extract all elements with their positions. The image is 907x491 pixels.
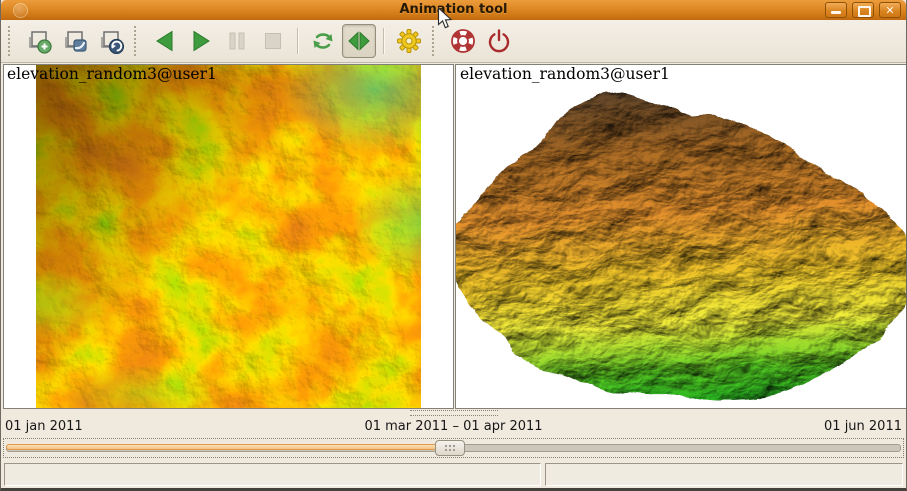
close-icon: ✕	[880, 3, 900, 17]
map-name-label-2d: elevation_random3@user1	[7, 65, 217, 83]
add-animation-layers-button[interactable]	[58, 24, 92, 58]
time-slider[interactable]	[3, 438, 904, 458]
toolbar-separator	[297, 28, 299, 54]
maximize-icon	[858, 6, 871, 17]
add-animation-icon	[26, 28, 52, 54]
window-title: Animation tool	[1, 0, 906, 20]
statusbar	[1, 460, 906, 488]
quit-power-icon	[486, 28, 512, 54]
map-name-label-3d: elevation_random3@user1	[460, 65, 670, 83]
pause-icon	[224, 28, 250, 54]
help-button[interactable]	[446, 24, 480, 58]
pause-button[interactable]	[220, 24, 254, 58]
stop-icon	[260, 28, 286, 54]
play-forward-icon	[188, 28, 214, 54]
timeline: 01 jan 2011 01 mar 2011 – 01 apr 2011 01…	[5, 419, 902, 435]
animation-tool-window: Animation tool ✕	[0, 0, 907, 491]
toolbar	[1, 20, 906, 63]
status-field-right	[545, 463, 903, 486]
toolbar-separator	[383, 28, 385, 54]
repeat-loop-button[interactable]	[306, 24, 340, 58]
settings-gear-icon	[396, 28, 422, 54]
panel-splitter-grip[interactable]	[410, 410, 498, 416]
slider-track[interactable]	[6, 444, 901, 452]
play-backward-button[interactable]	[148, 24, 182, 58]
timeline-start-label: 01 jan 2011	[5, 419, 83, 434]
add-animation-layers-icon	[62, 28, 88, 54]
help-lifering-icon	[449, 27, 477, 55]
timeline-end-label: 01 jun 2011	[824, 419, 902, 434]
elevation-map-2d	[36, 65, 421, 408]
close-button[interactable]: ✕	[879, 2, 901, 18]
animation-panels: elevation_random3@user1	[1, 63, 906, 410]
add-animation-button[interactable]	[22, 24, 56, 58]
maximize-button[interactable]	[852, 2, 874, 18]
window-controls: ✕	[825, 2, 901, 18]
toolbar-grip	[8, 26, 14, 56]
minimize-icon	[831, 11, 841, 14]
panel-3d: elevation_random3@user1	[455, 64, 907, 409]
play-backward-icon	[152, 28, 178, 54]
quit-button[interactable]	[482, 24, 516, 58]
elevation-surface-3d	[456, 65, 906, 408]
add-3d-animation-icon	[98, 28, 124, 54]
minimize-button[interactable]	[825, 2, 847, 18]
settings-button[interactable]	[392, 24, 426, 58]
play-back-and-forth-icon	[346, 28, 372, 54]
panel-2d: elevation_random3@user1	[3, 64, 454, 409]
repeat-loop-icon	[310, 28, 336, 54]
play-forward-button[interactable]	[184, 24, 218, 58]
play-back-and-forth-button[interactable]	[342, 24, 376, 58]
toolbar-grip	[432, 26, 438, 56]
slider-fill	[6, 444, 449, 450]
add-3d-animation-button[interactable]	[94, 24, 128, 58]
slider-handle[interactable]	[435, 440, 465, 456]
timeline-current-label: 01 mar 2011 – 01 apr 2011	[364, 419, 542, 434]
stop-button[interactable]	[256, 24, 290, 58]
toolbar-grip	[134, 26, 140, 56]
status-field-left	[4, 463, 541, 486]
titlebar[interactable]: Animation tool ✕	[1, 0, 906, 21]
